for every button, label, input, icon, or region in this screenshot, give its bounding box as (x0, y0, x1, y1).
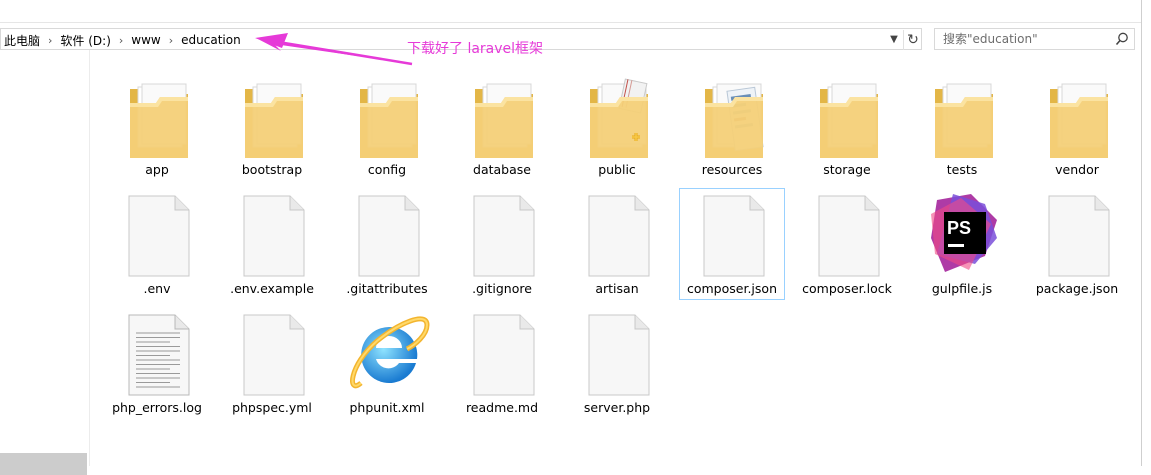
folder-icon (816, 75, 882, 159)
folder-item[interactable]: config (334, 69, 440, 181)
search-box[interactable] (934, 28, 1135, 50)
chevron-right-icon[interactable]: › (169, 34, 173, 47)
folder-item[interactable]: app (104, 69, 210, 181)
chevron-down-icon[interactable]: ▼ (886, 31, 902, 49)
folder-item[interactable]: resources (679, 69, 785, 181)
chevron-right-icon[interactable]: › (48, 34, 52, 47)
internet-explorer-icon (350, 313, 430, 397)
item-label: readme.md (465, 400, 539, 415)
breadcrumb: 此电脑 › 软件 (D:) › www › education (4, 29, 241, 51)
file-icon (1046, 194, 1112, 278)
item-label: app (145, 162, 169, 177)
file-item[interactable]: phpspec.yml (219, 307, 325, 419)
breadcrumb-item-www[interactable]: www (131, 33, 160, 47)
folder-item[interactable]: database (449, 69, 555, 181)
file-item[interactable]: artisan (564, 188, 670, 300)
search-icon[interactable] (1114, 31, 1130, 47)
item-label: .gitattributes (346, 281, 428, 296)
refresh-icon[interactable]: ↻ (903, 30, 922, 50)
folder-item[interactable]: public (564, 69, 670, 181)
file-icon (586, 194, 652, 278)
item-label: artisan (595, 281, 639, 296)
folder-icon (471, 75, 537, 159)
item-label: composer.json (686, 281, 777, 296)
file-icon (126, 194, 192, 278)
file-item[interactable]: composer.json (679, 188, 785, 300)
item-label: server.php (583, 400, 651, 415)
file-icon (816, 194, 882, 278)
svg-text:PS: PS (947, 218, 971, 238)
file-item[interactable]: readme.md (449, 307, 555, 419)
item-label: database (473, 162, 531, 177)
window-right-edge (1141, 0, 1151, 466)
item-label: config (367, 162, 407, 177)
navigation-pane[interactable] (0, 50, 90, 475)
search-input[interactable] (935, 29, 1118, 49)
item-label: phpspec.yml (232, 400, 312, 415)
folder-icon (586, 75, 652, 159)
breadcrumb-item-this-pc[interactable]: 此电脑 (4, 32, 40, 49)
text-file-icon (126, 313, 192, 397)
file-item[interactable]: package.json (1024, 188, 1130, 300)
file-item[interactable]: php_errors.log (104, 307, 210, 419)
phpstorm-icon: PS (931, 194, 997, 278)
file-item[interactable]: server.php (564, 307, 670, 419)
file-item[interactable]: composer.lock (794, 188, 900, 300)
folder-item[interactable]: vendor (1024, 69, 1130, 181)
file-item[interactable]: PS gulpfile.js (909, 188, 1015, 300)
item-label: bootstrap (241, 162, 303, 177)
folder-icon (126, 75, 192, 159)
annotation-text: 下载好了 laravel框架 (407, 41, 544, 57)
item-label: .env.example (230, 281, 314, 296)
item-label: gulpfile.js (931, 281, 993, 296)
breadcrumb-item-drive[interactable]: 软件 (D:) (60, 32, 110, 49)
file-icon (356, 194, 422, 278)
file-icon (241, 313, 307, 397)
item-label: public (598, 162, 636, 177)
folder-item[interactable]: bootstrap (219, 69, 325, 181)
file-icon (471, 194, 537, 278)
file-icon (701, 194, 767, 278)
file-item[interactable]: .env.example (219, 188, 325, 300)
item-label: composer.lock (802, 281, 892, 296)
item-label: phpunit.xml (349, 400, 425, 415)
file-icon (241, 194, 307, 278)
sidebar-selected-item[interactable] (0, 453, 87, 475)
file-icon (586, 313, 652, 397)
item-label: vendor (1055, 162, 1099, 177)
file-item[interactable]: .gitattributes (334, 188, 440, 300)
item-label: .env (143, 281, 171, 296)
item-label: package.json (1035, 281, 1119, 296)
file-item[interactable]: phpunit.xml (334, 307, 440, 419)
file-icon (471, 313, 537, 397)
item-label: resources (701, 162, 763, 177)
folder-icon (701, 75, 767, 159)
folder-item[interactable]: tests (909, 69, 1015, 181)
window-top-strip (0, 0, 1151, 23)
folder-icon (931, 75, 997, 159)
folder-icon (241, 75, 307, 159)
item-label: tests (946, 162, 978, 177)
item-label: storage (823, 162, 871, 177)
file-item[interactable]: .env (104, 188, 210, 300)
item-label: php_errors.log (112, 400, 202, 415)
breadcrumb-item-education[interactable]: education (181, 33, 241, 47)
folder-icon (1046, 75, 1112, 159)
file-item[interactable]: .gitignore (449, 188, 555, 300)
chevron-right-icon[interactable]: › (119, 34, 123, 47)
item-label: .gitignore (472, 281, 532, 296)
folder-item[interactable]: storage (794, 69, 900, 181)
folder-icon (356, 75, 422, 159)
